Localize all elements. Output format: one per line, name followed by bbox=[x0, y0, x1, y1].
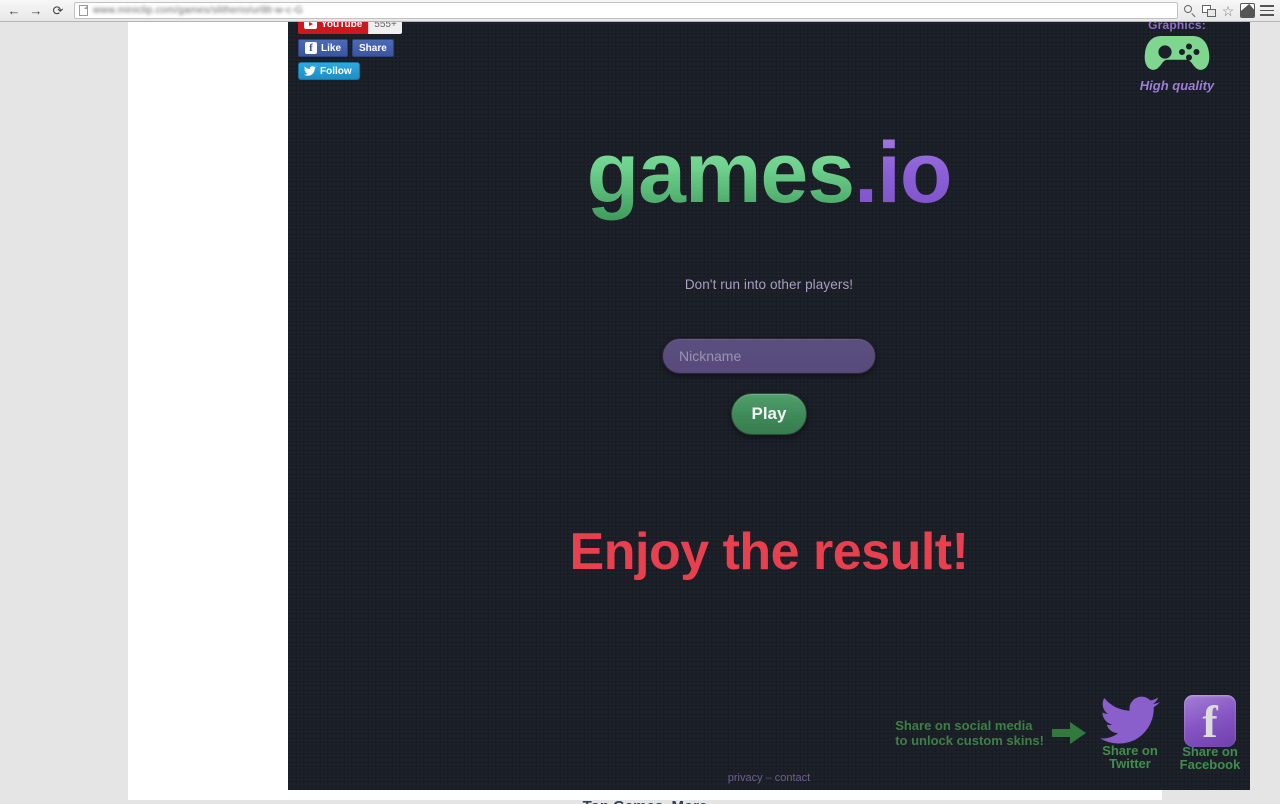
logo-tld: .io bbox=[854, 125, 952, 221]
share-twitter-button[interactable]: Share on Twitter bbox=[1094, 696, 1166, 771]
graphics-quality-badge[interactable]: Graphics: High quality bbox=[1122, 22, 1232, 93]
twitter-follow-label: Follow bbox=[320, 65, 352, 77]
contact-link[interactable]: contact bbox=[775, 772, 810, 784]
facebook-buttons: f Like Share bbox=[298, 39, 394, 57]
graphics-quality-value: High quality bbox=[1139, 78, 1215, 93]
facebook-like-button[interactable]: f Like bbox=[298, 39, 349, 57]
reload-button[interactable]: ⟳ bbox=[48, 1, 68, 21]
share-twitter-line1: Share on bbox=[1102, 742, 1158, 758]
youtube-subscribe-main[interactable]: YouTube bbox=[298, 22, 369, 34]
footer-links: privacy – contact bbox=[288, 772, 1250, 784]
extension-icon[interactable] bbox=[1240, 3, 1255, 18]
nickname-input[interactable] bbox=[662, 338, 876, 374]
page-sheet: YouTube 555+ f Like Share Follow Graphic… bbox=[128, 22, 1250, 804]
gamepad-icon bbox=[1122, 30, 1232, 81]
facebook-share-label: Share bbox=[359, 42, 387, 54]
translate-icon[interactable] bbox=[1202, 4, 1216, 18]
facebook-f-icon: f bbox=[1184, 694, 1236, 747]
logo-name: games bbox=[586, 125, 855, 221]
nickname-row bbox=[288, 338, 1250, 374]
share-message: Share on social media to unlock custom s… bbox=[895, 718, 1044, 749]
game-canvas[interactable]: YouTube 555+ f Like Share Follow Graphic… bbox=[288, 22, 1250, 790]
url-text: www.miniclip.com/games/slitherio/url8t-w… bbox=[93, 5, 303, 16]
youtube-play-icon bbox=[304, 22, 317, 29]
play-row: Play bbox=[288, 393, 1250, 435]
address-bar[interactable]: www.miniclip.com/games/slitherio/url8t-w… bbox=[74, 2, 1178, 19]
below-fold-text: Top Games, More bbox=[128, 798, 1162, 804]
privacy-link[interactable]: privacy bbox=[728, 772, 763, 784]
forward-button[interactable]: → bbox=[26, 1, 46, 21]
share-facebook-line2: Facebook bbox=[1179, 757, 1241, 773]
page-title: games.io bbox=[288, 130, 1250, 216]
tagline: Don't run into other players! bbox=[684, 277, 854, 292]
share-facebook-line1: Share on bbox=[1182, 743, 1238, 759]
page-icon bbox=[79, 5, 88, 16]
result-headline: Enjoy the result! bbox=[569, 523, 969, 581]
share-twitter-label: Share on Twitter bbox=[1094, 744, 1166, 771]
share-facebook-button[interactable]: f Share on Facebook bbox=[1174, 694, 1246, 772]
youtube-label: YouTube bbox=[321, 22, 363, 30]
share-facebook-label: Share on Facebook bbox=[1174, 745, 1246, 772]
youtube-subscriber-count: 555+ bbox=[368, 22, 402, 34]
facebook-like-label: Like bbox=[321, 42, 342, 54]
facebook-f-icon: f bbox=[305, 42, 317, 54]
hamburger-menu-icon[interactable] bbox=[1260, 4, 1274, 18]
footer-separator: – bbox=[765, 772, 772, 784]
play-button[interactable]: Play bbox=[731, 393, 807, 435]
facebook-share-button[interactable]: Share bbox=[352, 39, 394, 57]
zoom-icon[interactable] bbox=[1183, 4, 1197, 18]
back-button[interactable]: ← bbox=[4, 1, 24, 21]
share-strip: Share on social media to unlock custom s… bbox=[895, 694, 1246, 772]
browser-toolbar: ← → ⟳ www.miniclip.com/games/slitherio/u… bbox=[0, 0, 1280, 22]
twitter-follow-button[interactable]: Follow bbox=[298, 62, 360, 80]
youtube-subscribe-button[interactable]: YouTube 555+ bbox=[298, 22, 402, 34]
facebook-glyph: f bbox=[1202, 695, 1218, 747]
navigation-buttons: ← → ⟳ bbox=[0, 1, 68, 21]
share-message-line2: to unlock custom skins! bbox=[895, 733, 1044, 749]
right-arrow-icon bbox=[1052, 722, 1086, 745]
browser-viewport: YouTube 555+ f Like Share Follow Graphic… bbox=[0, 22, 1280, 804]
star-icon[interactable]: ☆ bbox=[1221, 4, 1235, 18]
browser-action-icons: ☆ bbox=[1183, 3, 1280, 18]
social-widgets: YouTube 555+ f Like Share Follow bbox=[298, 22, 402, 80]
share-twitter-line2: Twitter bbox=[1109, 756, 1151, 772]
share-message-line1: Share on social media bbox=[895, 718, 1033, 734]
twitter-bird-small-icon bbox=[304, 65, 316, 76]
twitter-bird-icon bbox=[1100, 696, 1160, 744]
